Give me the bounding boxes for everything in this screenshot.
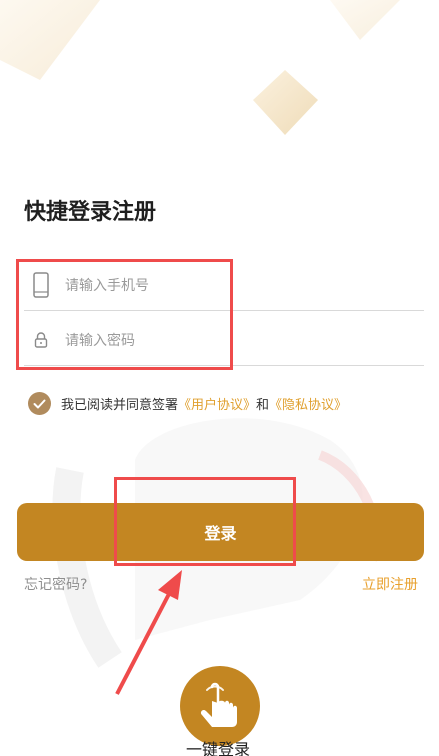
background-decoration <box>0 0 400 668</box>
phone-field[interactable]: 请输入手机号 <box>24 259 424 311</box>
password-field[interactable]: 请输入密码 <box>24 314 424 366</box>
annotation-arrow <box>115 570 182 695</box>
user-agreement-link[interactable]: 《用户协议》 <box>178 394 256 413</box>
register-link[interactable]: 立即注册 <box>362 574 418 594</box>
lock-icon <box>24 331 58 348</box>
agreement-conjunction: 和 <box>256 398 270 413</box>
one-key-login-label: 一键登录 <box>186 740 251 756</box>
phone-input[interactable]: 请输入手机号 <box>65 275 149 295</box>
page-title: 快捷登录注册 <box>24 200 157 225</box>
phone-icon <box>24 271 58 298</box>
one-key-login-button[interactable] <box>180 666 260 746</box>
login-button[interactable]: 登录 <box>17 503 424 561</box>
forgot-password-link[interactable]: 忘记密码? <box>24 574 87 594</box>
agreement-checkbox[interactable] <box>28 392 51 415</box>
check-icon <box>33 399 46 408</box>
agreement-text: 我已阅读并同意签署 <box>61 398 179 413</box>
password-input[interactable]: 请输入密码 <box>65 330 135 350</box>
privacy-agreement-link[interactable]: 《隐私协议》 <box>269 394 347 413</box>
agreement-row: 我已阅读并同意签署 《用户协议》 和 《隐私协议》 <box>28 392 347 415</box>
tap-hand-icon <box>200 682 237 727</box>
